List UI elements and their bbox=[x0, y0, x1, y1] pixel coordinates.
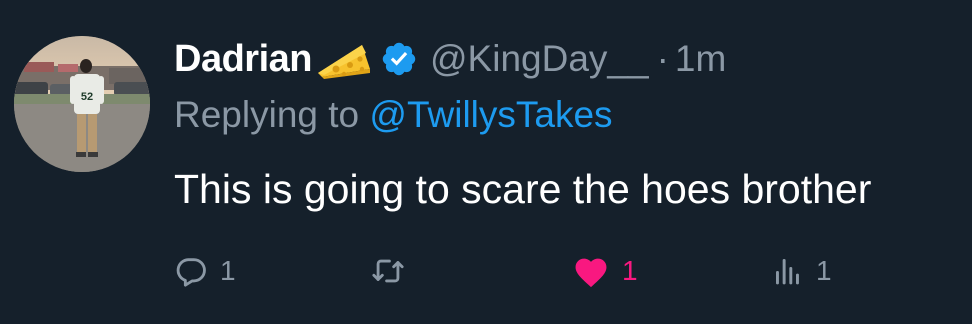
retweet-button[interactable] bbox=[370, 246, 418, 296]
avatar[interactable]: 52 bbox=[14, 36, 150, 172]
reply-button[interactable]: 1 bbox=[174, 246, 236, 296]
svg-text:52: 52 bbox=[81, 91, 93, 103]
tweet-text: This is going to scare the hoes brother bbox=[174, 166, 872, 212]
like-count: 1 bbox=[622, 255, 638, 286]
tweet-header: Dadrian @KingDay__ · 1m bbox=[174, 34, 726, 84]
verified-badge-icon[interactable] bbox=[380, 40, 418, 78]
views-count: 1 bbox=[816, 255, 832, 286]
reply-count: 1 bbox=[220, 255, 236, 286]
tweet[interactable]: 52 Dadrian @KingDay__ · 1m Replying to @… bbox=[0, 0, 972, 324]
handle[interactable]: @KingDay__ bbox=[430, 38, 649, 80]
timestamp[interactable]: 1m bbox=[675, 38, 726, 80]
heart-icon bbox=[572, 254, 610, 288]
display-name[interactable]: Dadrian bbox=[174, 38, 312, 81]
views-icon bbox=[772, 255, 804, 287]
reply-context: Replying to @TwillysTakes bbox=[174, 94, 613, 136]
reply-mention-link[interactable]: @TwillysTakes bbox=[369, 94, 612, 135]
cheese-icon bbox=[314, 39, 372, 79]
views-button[interactable]: 1 bbox=[772, 246, 832, 296]
retweet-icon bbox=[370, 254, 406, 288]
separator-dot: · bbox=[656, 38, 669, 79]
like-button[interactable]: 1 bbox=[572, 246, 638, 296]
reply-icon bbox=[174, 254, 208, 288]
action-bar: 1 1 1 bbox=[174, 246, 874, 296]
reply-prefix: Replying to bbox=[174, 94, 370, 135]
